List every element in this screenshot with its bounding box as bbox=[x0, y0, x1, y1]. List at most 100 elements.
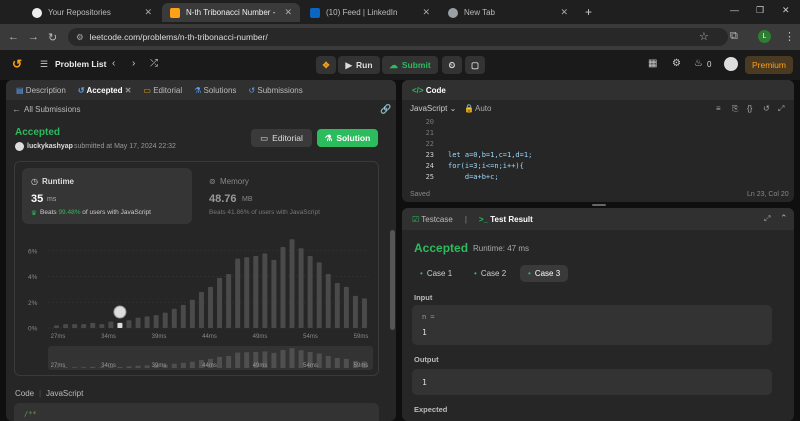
chart-bar[interactable] bbox=[189, 299, 195, 328]
site-info-icon[interactable]: ⚙ bbox=[76, 32, 84, 43]
close-icon[interactable]: ✕ bbox=[284, 7, 292, 18]
bookmark-icon[interactable]: ⎘ bbox=[732, 104, 738, 114]
chart-bar[interactable] bbox=[72, 324, 78, 328]
settings-icon[interactable]: ⚙ bbox=[672, 58, 681, 69]
share-link-icon[interactable]: 🔗 bbox=[380, 104, 391, 115]
chart-bar[interactable] bbox=[217, 277, 223, 328]
next-problem-icon[interactable]: › bbox=[132, 58, 135, 69]
chart-bar[interactable] bbox=[81, 324, 87, 328]
chart-bar[interactable] bbox=[289, 239, 295, 328]
tab-editorial[interactable]: ▭ Editorial bbox=[143, 86, 182, 95]
chart-bar[interactable] bbox=[90, 322, 96, 328]
browser-menu-icon[interactable]: ⋮ bbox=[784, 30, 795, 43]
braces-icon[interactable]: {} bbox=[747, 104, 752, 113]
chart-bar[interactable] bbox=[262, 253, 268, 328]
solution-button[interactable]: ⚗ Solution bbox=[317, 129, 378, 147]
chart-bar[interactable] bbox=[325, 274, 331, 328]
premium-button[interactable]: Premium bbox=[745, 56, 793, 74]
new-tab-icon[interactable]: + bbox=[585, 5, 592, 19]
resize-handle[interactable] bbox=[592, 204, 606, 206]
chart-bar[interactable] bbox=[235, 258, 241, 328]
chart-bar[interactable] bbox=[280, 247, 286, 328]
chart-bar[interactable] bbox=[343, 286, 349, 328]
chart-bar[interactable] bbox=[352, 295, 358, 328]
tab-accepted[interactable]: ↺ Accepted ✕ bbox=[78, 86, 132, 95]
chart-bar[interactable] bbox=[208, 286, 213, 328]
chart-bar[interactable] bbox=[198, 292, 204, 328]
shuffle-icon[interactable]: ⤮ bbox=[150, 58, 158, 69]
collapse-icon[interactable]: ⌃ bbox=[780, 213, 788, 224]
tab-new[interactable]: New Tab ✕ bbox=[440, 3, 576, 22]
chart-bar[interactable] bbox=[126, 320, 132, 328]
prev-problem-icon[interactable]: ‹ bbox=[112, 58, 115, 69]
chart-bar[interactable] bbox=[135, 317, 141, 328]
reset-icon[interactable]: ↺ bbox=[763, 104, 770, 113]
reload-icon[interactable]: ↻ bbox=[48, 31, 57, 44]
url-input[interactable]: ⚙ leetcode.com/problems/n-th-tribonacci-… bbox=[68, 28, 728, 46]
close-window-icon[interactable]: ✕ bbox=[782, 5, 790, 16]
scrollbar[interactable] bbox=[390, 230, 395, 330]
bookmark-star-icon[interactable]: ☆ bbox=[699, 30, 709, 43]
tab-testcase[interactable]: ☑ Testcase bbox=[412, 215, 453, 224]
chart-bar[interactable] bbox=[253, 256, 259, 328]
chart-bar[interactable] bbox=[117, 322, 123, 328]
timer-button[interactable]: ⏲ bbox=[442, 56, 462, 74]
case-tab-2[interactable]: • Case 2 bbox=[466, 265, 514, 282]
chart-bar[interactable] bbox=[144, 316, 150, 328]
debug-button[interactable]: ✥ bbox=[316, 56, 336, 74]
expand-icon[interactable]: ⤢ bbox=[778, 104, 784, 114]
fire-icon[interactable]: ♨ bbox=[694, 58, 703, 69]
case-tab-1[interactable]: • Case 1 bbox=[412, 265, 460, 282]
tab-test-result[interactable]: >_ Test Result bbox=[479, 215, 533, 224]
forward-icon[interactable]: → bbox=[28, 31, 39, 43]
extensions-icon[interactable]: ⧉ bbox=[730, 30, 738, 43]
user-avatar[interactable] bbox=[724, 57, 738, 71]
chart-bar[interactable] bbox=[162, 312, 168, 328]
user-marker-avatar[interactable] bbox=[113, 305, 127, 319]
chart-bar[interactable] bbox=[63, 324, 69, 328]
submitter-name[interactable]: luckykashyap bbox=[27, 143, 73, 150]
format-icon[interactable]: ≡ bbox=[716, 104, 721, 113]
tab-submissions[interactable]: ↺ Submissions bbox=[248, 86, 302, 95]
minimize-icon[interactable]: — bbox=[730, 5, 739, 15]
chart-bar[interactable] bbox=[54, 325, 60, 328]
memory-label[interactable]: Memory bbox=[220, 177, 249, 186]
editorial-button[interactable]: ▭ Editorial bbox=[251, 129, 312, 147]
chart-bar[interactable] bbox=[244, 257, 250, 328]
tab-linkedin[interactable]: (10) Feed | LinkedIn ✕ bbox=[302, 3, 438, 22]
run-button[interactable]: ▶ Run bbox=[338, 56, 380, 74]
chart-bar[interactable] bbox=[271, 259, 277, 328]
chart-bar[interactable] bbox=[307, 256, 313, 328]
chart-bar[interactable] bbox=[298, 248, 304, 328]
close-icon[interactable]: ✕ bbox=[422, 7, 430, 18]
problem-list-link[interactable]: Problem List bbox=[55, 59, 106, 69]
chart-bar[interactable] bbox=[316, 262, 322, 328]
tab-github[interactable]: Your Repositories ✕ bbox=[24, 3, 160, 22]
chart-bar[interactable] bbox=[361, 298, 367, 328]
leetcode-logo-icon[interactable]: ↺ bbox=[12, 57, 22, 71]
restore-icon[interactable]: ❐ bbox=[756, 5, 764, 16]
tab-solutions[interactable]: ⚗ Solutions bbox=[194, 86, 236, 95]
layout-icon[interactable]: ▦ bbox=[648, 58, 657, 69]
back-arrow-icon[interactable]: ← bbox=[12, 104, 21, 114]
note-button[interactable]: ▢ bbox=[465, 56, 485, 74]
profile-avatar[interactable]: L bbox=[758, 30, 771, 43]
chart-bar[interactable] bbox=[226, 274, 232, 328]
tab-description[interactable]: ▤ Description bbox=[16, 86, 66, 95]
chart-bar[interactable] bbox=[171, 308, 177, 328]
chart-bar[interactable] bbox=[99, 324, 105, 328]
chart-bar[interactable] bbox=[108, 321, 114, 328]
chart-bar[interactable] bbox=[334, 283, 340, 328]
tab-leetcode[interactable]: N-th Tribonacci Number - Leet ✕ bbox=[162, 3, 300, 22]
all-submissions-link[interactable]: All Submissions bbox=[24, 105, 80, 114]
chart-bar[interactable] bbox=[153, 315, 159, 328]
close-icon[interactable]: ✕ bbox=[560, 7, 568, 18]
expand-icon[interactable]: ⤢ bbox=[764, 214, 770, 224]
close-icon[interactable]: ✕ bbox=[144, 7, 152, 18]
chart-bar[interactable] bbox=[180, 304, 186, 328]
language-select[interactable]: JavaScript ⌄ bbox=[410, 104, 456, 113]
back-icon[interactable]: ← bbox=[8, 31, 19, 43]
close-icon[interactable]: ✕ bbox=[125, 86, 132, 95]
case-tab-3[interactable]: • Case 3 bbox=[520, 265, 569, 282]
submit-button[interactable]: ☁ Submit bbox=[382, 56, 438, 74]
